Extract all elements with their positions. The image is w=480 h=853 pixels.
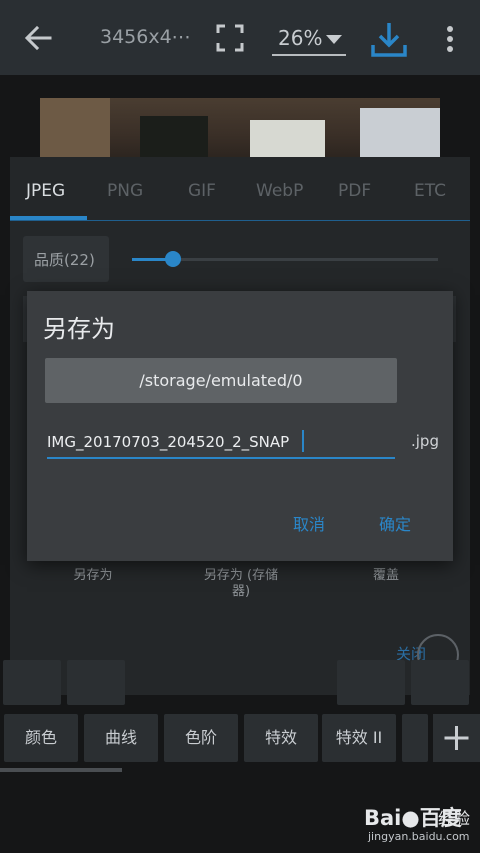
zoom-value: 26% — [278, 26, 323, 50]
tab-gif[interactable]: GIF — [188, 181, 216, 201]
quality-box: 品质(22) — [23, 236, 109, 282]
tab-etc[interactable]: ETC — [414, 181, 446, 201]
tool-effects-2[interactable]: 特效 II — [322, 714, 396, 762]
tool-color[interactable]: 颜色 — [4, 714, 78, 762]
watermark-brand-suffix: 经验 — [438, 809, 471, 828]
tool-button[interactable] — [3, 660, 61, 705]
tab-pdf[interactable]: PDF — [338, 181, 371, 201]
dropdown-arrow-icon — [326, 35, 342, 44]
zoom-dropdown[interactable]: 26% — [272, 24, 346, 56]
back-arrow-icon[interactable] — [22, 22, 54, 54]
tool-effects[interactable]: 特效 — [244, 714, 318, 762]
tool-button[interactable] — [337, 660, 405, 705]
image-size-label: 3456x4⋯ — [100, 26, 191, 48]
more-vert-icon[interactable] — [440, 24, 460, 54]
format-tabs: JPEG PNG GIF WebP PDF ETC — [10, 167, 470, 221]
confirm-button[interactable]: 确定 — [379, 511, 411, 535]
watermark-url: jingyan.baidu.com — [368, 830, 470, 843]
file-extension: .jpg — [411, 432, 439, 450]
download-icon[interactable] — [370, 20, 408, 58]
save-as-storage-option[interactable]: 另存为 (存储器) — [196, 568, 286, 600]
add-icon[interactable] — [433, 714, 480, 762]
save-as-dialog: 另存为 /storage/emulated/0 .jpg 取消 确定 — [27, 291, 453, 561]
tool-button[interactable] — [67, 660, 125, 705]
toolbar-scrollbar[interactable] — [0, 768, 122, 772]
tab-webp[interactable]: WebP — [256, 181, 303, 201]
save-as-option[interactable]: 另存为 — [58, 568, 128, 584]
dialog-title: 另存为 — [43, 315, 115, 343]
tool-levels[interactable]: 色阶 — [164, 714, 238, 762]
quality-slider-thumb[interactable] — [165, 251, 181, 267]
tab-divider — [10, 220, 470, 221]
tab-jpeg[interactable]: JPEG — [26, 181, 65, 201]
tool-button[interactable] — [411, 660, 469, 705]
tab-png[interactable]: PNG — [107, 181, 143, 201]
filename-input[interactable] — [47, 429, 395, 459]
image-preview — [40, 98, 440, 160]
overwrite-option[interactable]: 覆盖 — [356, 568, 416, 584]
tool-button[interactable] — [402, 714, 428, 762]
tool-curves[interactable]: 曲线 — [84, 714, 158, 762]
storage-path-button[interactable]: /storage/emulated/0 — [45, 358, 397, 403]
text-cursor — [302, 430, 304, 452]
baidu-jingyan-watermark: Bai●百度 经验 jingyan.baidu.com — [350, 798, 470, 848]
fullscreen-icon[interactable] — [215, 23, 245, 53]
cancel-button[interactable]: 取消 — [293, 511, 325, 535]
quality-label: 品质(22) — [34, 251, 95, 269]
